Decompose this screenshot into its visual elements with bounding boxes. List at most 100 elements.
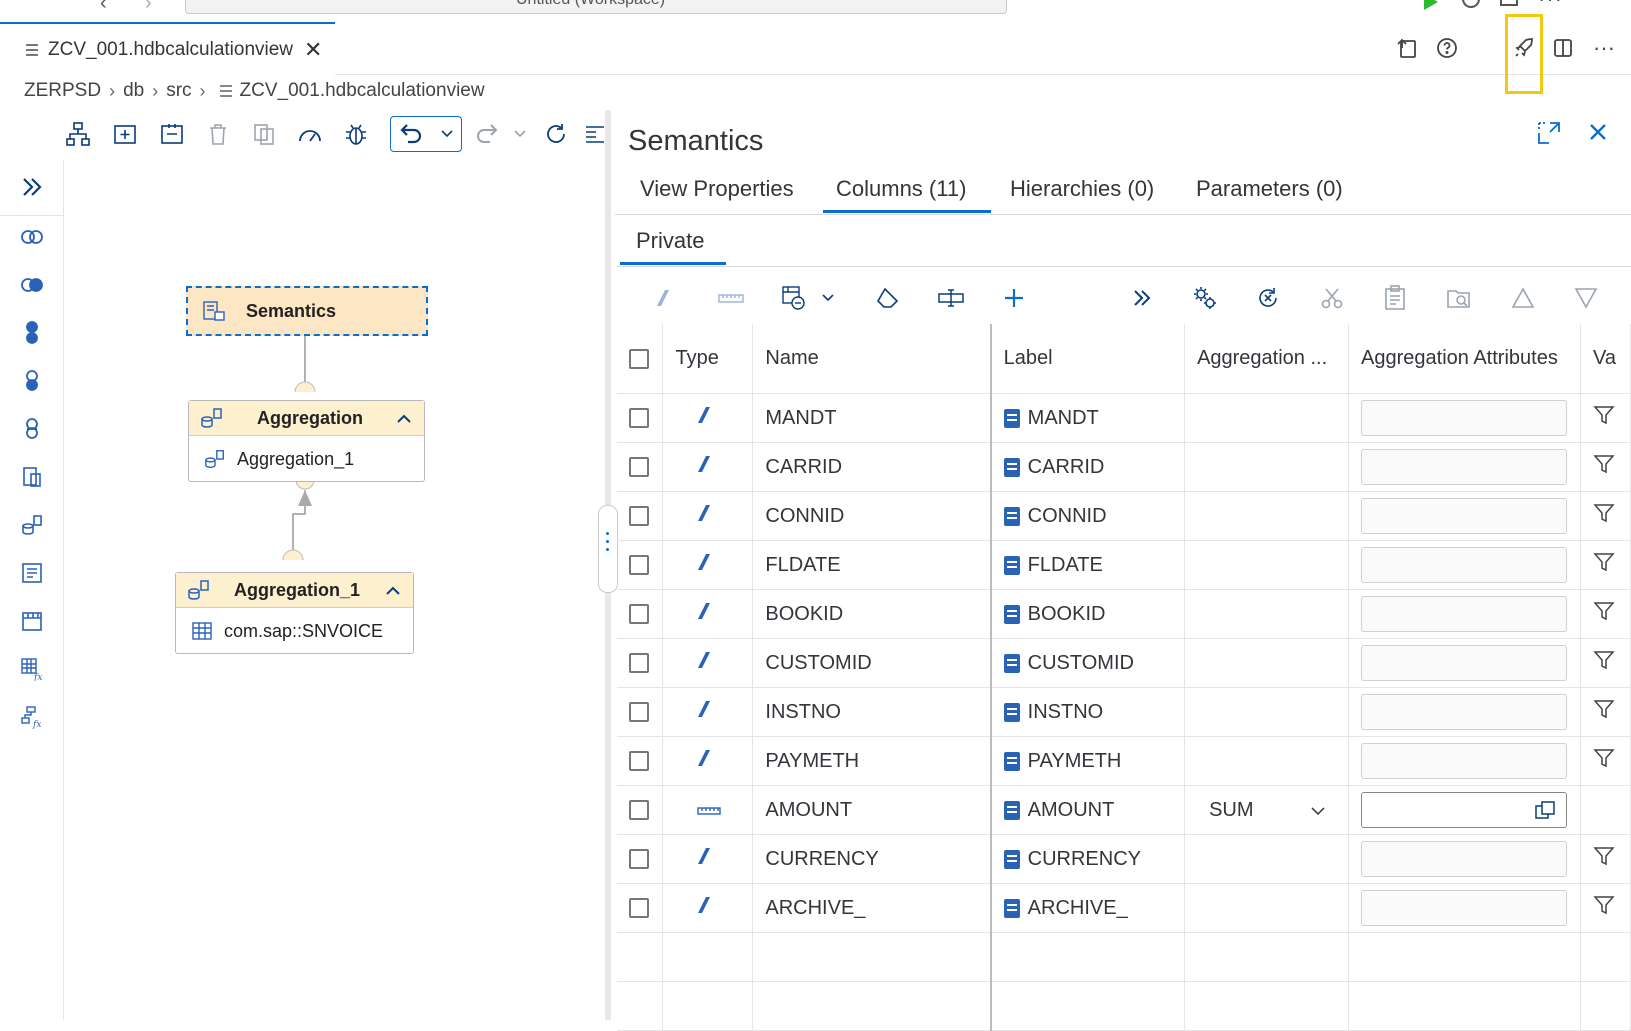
label-cell[interactable]: MANDT: [990, 393, 1186, 443]
row-checkbox[interactable]: [629, 604, 649, 625]
tab-view-properties[interactable]: View Properties: [640, 176, 794, 202]
performance-gauge-icon[interactable]: [292, 116, 328, 152]
more-top-icon[interactable]: ···: [1538, 0, 1563, 12]
debug-bug-icon[interactable]: [338, 116, 374, 152]
aggregation-attributes-input[interactable]: [1361, 400, 1568, 436]
table-row[interactable]: BOOKID BOOKID: [617, 589, 1631, 639]
auto-layout-icon[interactable]: [60, 116, 96, 152]
row-checkbox[interactable]: [629, 506, 649, 527]
breadcrumb-item[interactable]: ZCV_001.hdbcalculationview: [240, 80, 485, 102]
add-column-icon[interactable]: [996, 282, 1032, 314]
command-center[interactable]: Untitled (Workspace): [185, 0, 1007, 14]
layout-icon[interactable]: [1500, 0, 1518, 6]
close-tab-icon[interactable]: ✕: [304, 37, 322, 63]
table-row[interactable]: ARCHIVE_ ARCHIVE_: [617, 883, 1631, 933]
aggregation-attributes-input[interactable]: [1361, 596, 1568, 632]
breadcrumb-item[interactable]: src: [166, 80, 191, 102]
aggregation-attributes-input[interactable]: [1361, 498, 1568, 534]
splitter-grip[interactable]: [598, 505, 618, 593]
subtab-private[interactable]: Private: [636, 228, 704, 254]
aggregation-attributes-input[interactable]: [1361, 841, 1568, 877]
filter-icon[interactable]: [1593, 749, 1615, 774]
aggregation-dropdown-chevron-icon[interactable]: [1310, 799, 1326, 822]
row-checkbox[interactable]: [629, 457, 649, 478]
tab-hierarchies[interactable]: Hierarchies (0): [1010, 176, 1154, 202]
union-node-icon[interactable]: [17, 318, 47, 348]
table-row[interactable]: MANDT MANDT: [617, 393, 1631, 443]
aggregation-select-value[interactable]: SUM: [1209, 799, 1253, 822]
aggregation-attributes-input[interactable]: [1361, 645, 1568, 681]
forward-arrow-icon[interactable]: ›: [145, 0, 152, 15]
move-down-icon[interactable]: [1568, 282, 1604, 314]
name-cell[interactable]: CURRENCY: [752, 834, 992, 884]
column-header-variable[interactable]: Va: [1580, 324, 1631, 394]
move-up-icon[interactable]: [1505, 282, 1541, 314]
aggregation-node[interactable]: Aggregation Aggregation_1: [188, 400, 425, 482]
more-tools-chevrons-icon[interactable]: [1124, 282, 1160, 314]
graph-node-icon[interactable]: [17, 462, 47, 492]
label-cell[interactable]: CURRENCY: [990, 834, 1186, 884]
collapse-chevron-icon[interactable]: [396, 408, 412, 429]
redo-dropdown-chevron-icon[interactable]: [508, 116, 532, 152]
back-arrow-icon[interactable]: ‹: [100, 0, 107, 15]
label-cell[interactable]: AMOUNT: [990, 785, 1186, 835]
filter-icon[interactable]: [1593, 847, 1615, 872]
label-cell[interactable]: CONNID: [990, 491, 1186, 541]
filter-icon[interactable]: [1593, 504, 1615, 529]
aggregation-cell[interactable]: SUM: [1184, 785, 1350, 835]
aggregation-1-node[interactable]: Aggregation_1 com.sap::SNVOICE: [175, 572, 414, 654]
label-cell[interactable]: INSTNO: [990, 687, 1186, 737]
column-header-aggregation-attributes[interactable]: Aggregation Attributes: [1348, 324, 1581, 394]
row-checkbox[interactable]: [629, 849, 649, 870]
switch-node-icon[interactable]: [246, 116, 282, 152]
column-header-aggregation[interactable]: Aggregation ...: [1184, 324, 1350, 394]
data-category-icon[interactable]: [776, 282, 812, 314]
help-icon[interactable]: [1430, 31, 1464, 65]
name-cell[interactable]: CARRID: [752, 442, 992, 492]
aggregation-attributes-input[interactable]: [1361, 743, 1568, 779]
label-cell[interactable]: BOOKID: [990, 589, 1186, 639]
paste-icon[interactable]: [1377, 282, 1413, 314]
collapse-chevron-icon[interactable]: [385, 580, 401, 601]
table-row[interactable]: AMOUNT AMOUNT SUM: [617, 785, 1631, 835]
filter-icon[interactable]: [1593, 602, 1615, 627]
filter-icon[interactable]: [1593, 553, 1615, 578]
aggregation-node-icon[interactable]: [17, 510, 47, 540]
row-checkbox[interactable]: [629, 653, 649, 674]
attribute-type-icon[interactable]: [645, 282, 681, 314]
row-checkbox[interactable]: [629, 555, 649, 576]
filter-icon[interactable]: [1593, 896, 1615, 921]
table-row[interactable]: INSTNO INSTNO: [617, 687, 1631, 737]
hierarchy-function-icon[interactable]: fx: [17, 702, 47, 732]
intersect-node-icon[interactable]: [17, 366, 47, 396]
non-equi-join-icon[interactable]: [17, 270, 47, 300]
more-actions-icon[interactable]: ···: [1587, 31, 1621, 65]
semantics-node[interactable]: Semantics: [186, 286, 428, 336]
table-row[interactable]: CUSTOMID CUSTOMID: [617, 638, 1631, 688]
redo-icon[interactable]: [468, 116, 504, 152]
row-checkbox[interactable]: [629, 702, 649, 723]
name-cell[interactable]: PAYMETH: [752, 736, 992, 786]
maximize-icon[interactable]: [1536, 120, 1562, 151]
label-cell[interactable]: ARCHIVE_: [990, 883, 1186, 933]
aggregation-attributes-input[interactable]: [1361, 547, 1568, 583]
minus-node-icon[interactable]: [17, 414, 47, 444]
name-cell[interactable]: BOOKID: [752, 589, 992, 639]
label-cell[interactable]: FLDATE: [990, 540, 1186, 590]
name-cell[interactable]: AMOUNT: [752, 785, 992, 835]
name-cell[interactable]: CONNID: [752, 491, 992, 541]
aggregation-attributes-input[interactable]: [1361, 449, 1568, 485]
name-cell[interactable]: INSTNO: [752, 687, 992, 737]
filter-icon[interactable]: [1593, 700, 1615, 725]
open-changes-icon[interactable]: [1391, 31, 1425, 65]
table-row[interactable]: CURRENCY CURRENCY: [617, 834, 1631, 884]
table-row[interactable]: FLDATE FLDATE: [617, 540, 1631, 590]
name-cell[interactable]: MANDT: [752, 393, 992, 443]
row-checkbox[interactable]: [629, 751, 649, 772]
editor-tab[interactable]: ZCV_001.hdbcalculationview ✕: [0, 22, 335, 76]
cut-icon[interactable]: [1314, 282, 1350, 314]
filter-icon[interactable]: [1593, 455, 1615, 480]
label-cell[interactable]: PAYMETH: [990, 736, 1186, 786]
breadcrumb-item[interactable]: db: [123, 80, 144, 102]
undo-icon[interactable]: [392, 116, 432, 152]
